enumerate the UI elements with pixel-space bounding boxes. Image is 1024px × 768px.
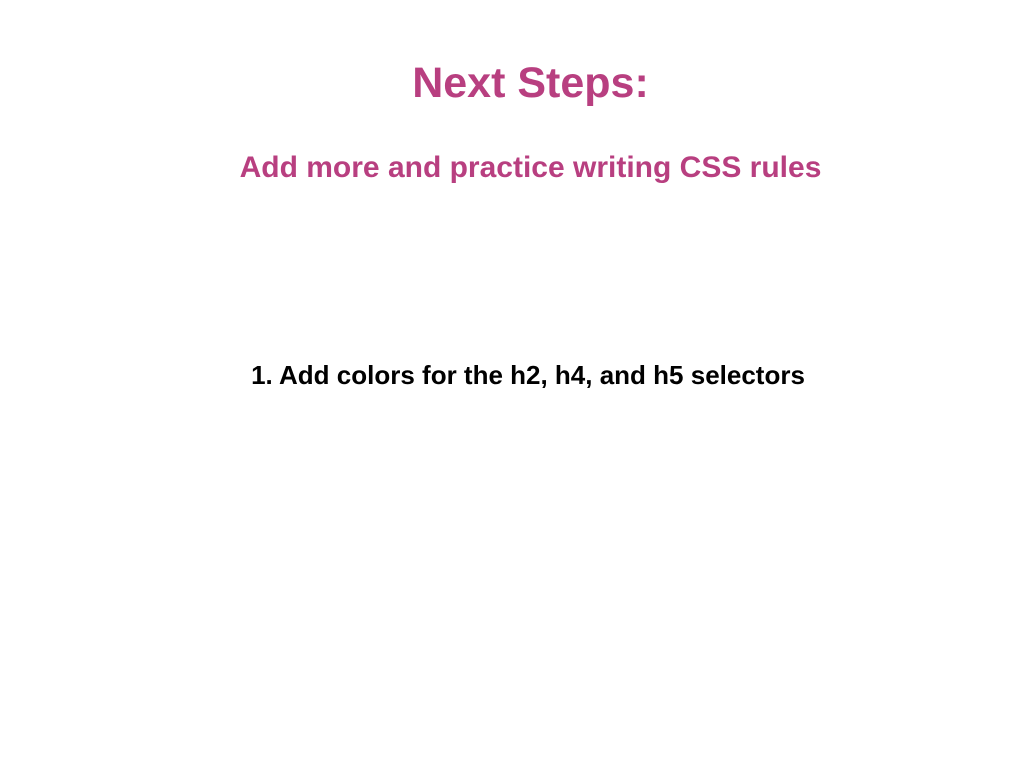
- step-item: 1. Add colors for the h2, h4, and h5 sel…: [251, 360, 805, 390]
- slide-subtitle: Add more and practice writing CSS rules: [239, 151, 822, 184]
- slide: Next Steps: Add more and practice writin…: [0, 0, 1024, 768]
- slide-title: Next Steps:: [412, 59, 649, 107]
